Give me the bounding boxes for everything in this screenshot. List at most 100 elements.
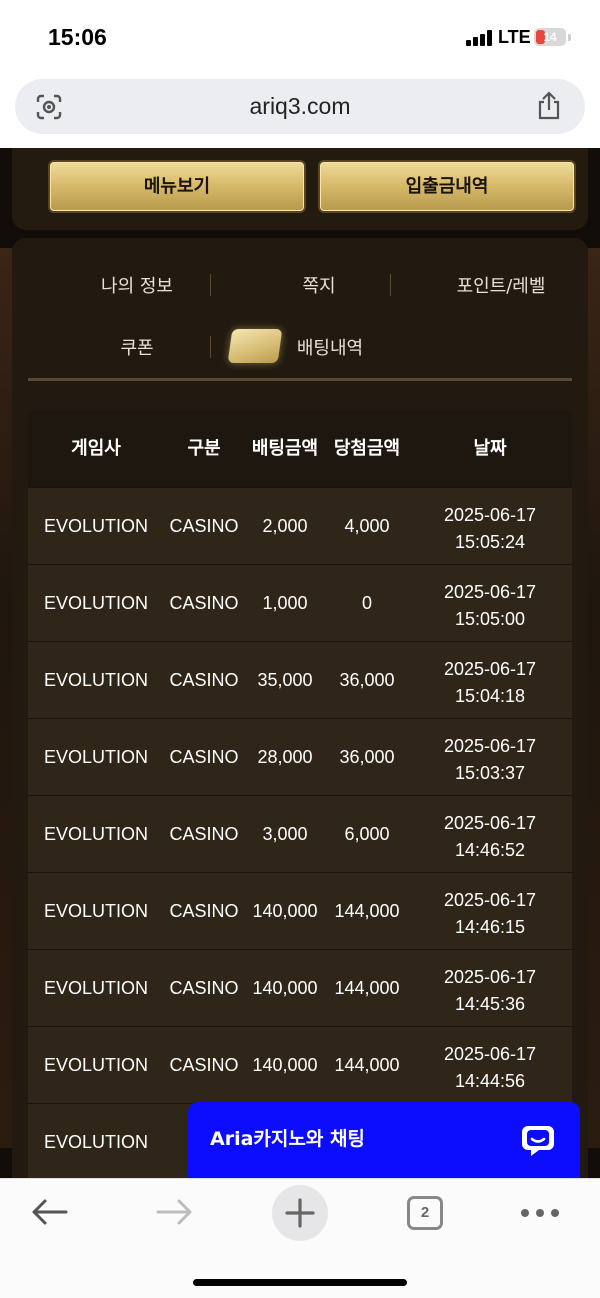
cell-bet: 28,000 (257, 747, 313, 767)
cell-datetime: 2025-06-17 14:46:52 (408, 810, 572, 864)
tab-separator (390, 274, 391, 296)
chat-label[interactable]: Aria카지노와 채팅 (210, 1124, 365, 1151)
chat-widget[interactable]: Aria카지노와 채팅 (188, 1102, 580, 1180)
cell-type: CASINO (169, 1055, 239, 1075)
cell-type: CASINO (169, 824, 239, 844)
cell-datetime: 2025-06-17 15:04:18 (408, 656, 572, 710)
tab-points-level[interactable]: 포인트/레벨 (436, 272, 566, 298)
cell-bet: 35,000 (257, 670, 313, 690)
tab-separator (210, 336, 211, 358)
chat-bubble-icon[interactable] (520, 1122, 556, 1158)
cell-type: CASINO (169, 593, 239, 613)
cell-datetime: 2025-06-17 14:46:15 (408, 887, 572, 941)
cell-date: 2025-06-17 (443, 890, 537, 910)
cell-provider: EVOLUTION (43, 824, 149, 844)
cell-type: CASINO (169, 670, 239, 690)
table-row: EVOLUTION CASINO 3,000 6,000 2025-06-17 1… (28, 795, 572, 872)
cell-provider: EVOLUTION (43, 670, 149, 690)
status-bar: 15:06 LTE 14 (0, 0, 600, 76)
cell-time: 14:46:52 (454, 840, 526, 860)
cell-datetime: 2025-06-17 15:05:00 (408, 579, 572, 633)
cell-time: 14:44:56 (454, 1071, 526, 1091)
table-header: 게임사 구분 배팅금액 당첨금액 날짜 (28, 410, 572, 487)
cell-date: 2025-06-17 (443, 736, 537, 756)
header-type: 구분 (187, 438, 221, 459)
active-tab-indicator (227, 329, 283, 363)
menu-button[interactable]: 메뉴보기 (48, 160, 306, 213)
url-text[interactable]: ariq3.com (15, 79, 585, 134)
table-row: EVOLUTION CASINO 35,000 36,000 2025-06-1… (28, 641, 572, 718)
cell-win: 6,000 (344, 824, 390, 844)
cell-time: 15:05:24 (454, 532, 526, 552)
tabs-divider (28, 378, 572, 381)
signal-icon (466, 30, 494, 46)
cell-provider: EVOLUTION (43, 1132, 149, 1152)
header-bet-amount: 배팅금액 (251, 438, 319, 459)
cell-win: 36,000 (339, 747, 395, 767)
cell-type: CASINO (169, 978, 239, 998)
cell-win: 4,000 (344, 516, 390, 536)
cell-date: 2025-06-17 (443, 967, 537, 987)
new-tab-button[interactable] (272, 1185, 328, 1241)
table-row: EVOLUTION CASINO 28,000 36,000 2025-06-1… (28, 718, 572, 795)
cell-date: 2025-06-17 (443, 813, 537, 833)
network-label: LTE (498, 27, 531, 47)
cell-bet: 140,000 (252, 1055, 318, 1075)
table-row: EVOLUTION CASINO 2,000 4,000 2025-06-17 1… (28, 487, 572, 564)
cell-win: 144,000 (334, 978, 400, 998)
cell-win: 144,000 (334, 901, 400, 921)
cell-provider: EVOLUTION (43, 978, 149, 998)
cell-datetime: 2025-06-17 15:05:24 (408, 502, 572, 556)
cell-win: 0 (361, 593, 372, 613)
home-indicator[interactable] (193, 1279, 407, 1286)
cell-bet: 140,000 (252, 901, 318, 921)
tab-messages[interactable]: 쪽지 (254, 272, 384, 298)
cell-datetime: 2025-06-17 14:44:56 (408, 1041, 572, 1095)
cell-time: 15:03:37 (454, 763, 526, 783)
cell-type: CASINO (169, 516, 239, 536)
browser-bottom-bar: 2 (0, 1178, 600, 1298)
table-row: EVOLUTION CASINO 1,000 0 2025-06-17 15:05… (28, 564, 572, 641)
table-row: EVOLUTION CASINO 140,000 144,000 2025-06… (28, 872, 572, 949)
tab-separator (210, 274, 211, 296)
cell-provider: EVOLUTION (43, 901, 149, 921)
page-content: 메뉴보기 입출금내역 나의 정보 쪽지 포인트/레벨 쿠폰 배팅내역 게임사 구… (0, 148, 600, 1178)
forward-arrow-icon[interactable] (156, 1197, 194, 1227)
table-row: EVOLUTION CASINO 140,000 144,000 2025-06… (28, 1026, 572, 1103)
back-arrow-icon[interactable] (30, 1197, 68, 1227)
cell-provider: EVOLUTION (43, 747, 149, 767)
cell-bet: 3,000 (262, 824, 308, 844)
battery-icon: 14 (534, 28, 566, 46)
tab-coupon[interactable]: 쿠폰 (72, 334, 202, 360)
cell-provider: EVOLUTION (43, 516, 149, 536)
tab-switcher-button[interactable]: 2 (407, 1196, 443, 1230)
cell-type: CASINO (169, 747, 239, 767)
cell-date: 2025-06-17 (443, 582, 537, 602)
cell-time: 15:04:18 (454, 686, 526, 706)
cell-datetime: 2025-06-17 15:03:37 (408, 733, 572, 787)
cell-bet: 1,000 (262, 593, 308, 613)
header-date: 날짜 (473, 438, 507, 459)
more-icon[interactable] (520, 1208, 560, 1218)
cell-win: 36,000 (339, 670, 395, 690)
tab-betting-history[interactable]: 배팅내역 (292, 334, 368, 360)
tab-my-info[interactable]: 나의 정보 (72, 272, 202, 298)
battery-tip (568, 34, 571, 41)
share-icon[interactable] (535, 91, 563, 121)
plus-icon (285, 1198, 315, 1228)
cell-bet: 2,000 (262, 516, 308, 536)
cell-win: 144,000 (334, 1055, 400, 1075)
header-panel: 메뉴보기 입출금내역 (12, 148, 588, 230)
browser-toolbar: ariq3.com (0, 76, 600, 148)
status-time: 15:06 (48, 24, 107, 50)
cell-time: 14:45:36 (454, 994, 526, 1014)
header-win-amount: 당첨금액 (333, 438, 401, 459)
cell-date: 2025-06-17 (443, 505, 537, 525)
cell-date: 2025-06-17 (443, 1044, 537, 1064)
deposit-history-button[interactable]: 입출금내역 (318, 160, 576, 213)
cell-datetime: 2025-06-17 14:45:36 (408, 964, 572, 1018)
cell-time: 14:46:15 (454, 917, 526, 937)
mypage-panel: 나의 정보 쪽지 포인트/레벨 쿠폰 배팅내역 게임사 구분 배팅금액 당첨금액… (12, 238, 588, 1178)
header-provider: 게임사 (71, 438, 121, 459)
address-bar[interactable]: ariq3.com (15, 79, 585, 134)
